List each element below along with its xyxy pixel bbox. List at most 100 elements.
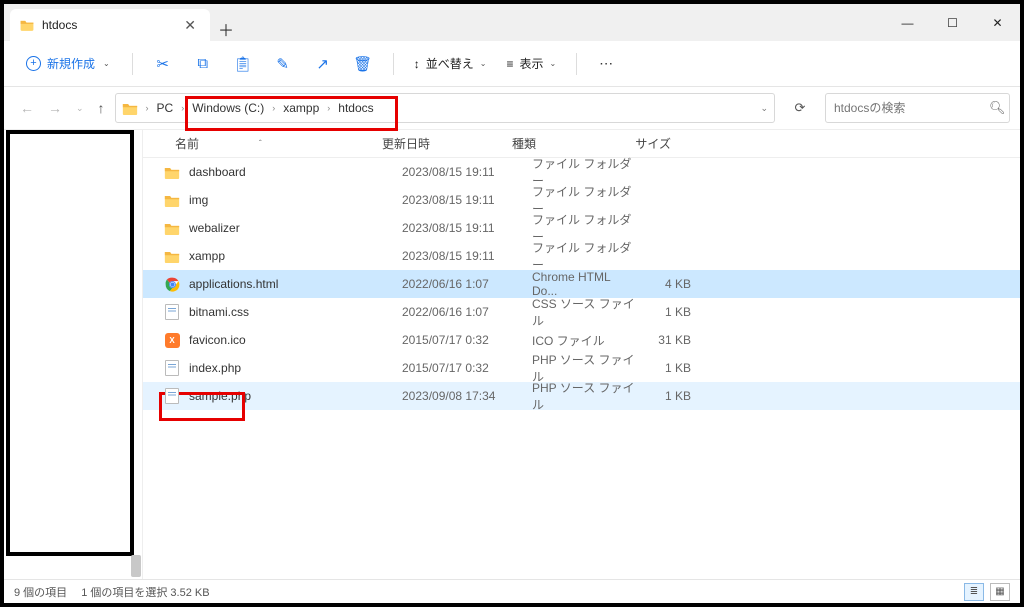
divider <box>132 53 133 75</box>
breadcrumb-sep-icon: › <box>142 103 153 113</box>
col-type[interactable]: 種類 <box>512 135 617 152</box>
file-date: 2015/07/17 0:32 <box>402 361 532 375</box>
generic-icon <box>163 304 181 320</box>
tab-title: htdocs <box>42 18 77 32</box>
file-name: index.php <box>181 361 402 375</box>
sort-indicator-icon: ˆ <box>259 139 262 148</box>
file-size: 31 KB <box>637 333 705 347</box>
file-row[interactable]: applications.html2022/06/16 1:07Chrome H… <box>143 270 1020 298</box>
status-selected: 1 個の項目を選択 3.52 KB <box>81 584 209 600</box>
file-date: 2015/07/17 0:32 <box>402 333 532 347</box>
divider <box>576 53 577 75</box>
folder-icon <box>163 194 181 207</box>
col-name[interactable]: 名前 <box>175 135 199 152</box>
folder-icon <box>122 102 138 115</box>
thumbnails-view-button[interactable]: ▦ <box>990 583 1010 601</box>
plus-icon: + <box>26 56 41 71</box>
breadcrumb-root[interactable]: PC <box>157 101 174 115</box>
title-bar: htdocs ✕ ＋ ― ☐ ✕ <box>4 4 1020 41</box>
file-row[interactable]: Xfavicon.ico2015/07/17 0:32ICO ファイル31 KB <box>143 326 1020 354</box>
file-row[interactable]: img2023/08/15 19:11ファイル フォルダー <box>143 186 1020 214</box>
view-button[interactable]: ≡ 表示 ⌄ <box>500 51 562 76</box>
file-size: 1 KB <box>637 305 705 319</box>
generic-icon <box>163 388 181 404</box>
tab-close-icon[interactable]: ✕ <box>180 15 200 36</box>
file-row[interactable]: dashboard2023/08/15 19:11ファイル フォルダー <box>143 158 1020 186</box>
file-date: 2022/06/16 1:07 <box>402 305 532 319</box>
file-row[interactable]: index.php2015/07/17 0:32PHP ソース ファイル1 KB <box>143 354 1020 382</box>
minimize-button[interactable]: ― <box>885 4 930 41</box>
file-date: 2023/08/15 19:11 <box>402 221 532 235</box>
file-type: CSS ソース ファイル <box>532 295 637 329</box>
file-row[interactable]: webalizer2023/08/15 19:11ファイル フォルダー <box>143 214 1020 242</box>
file-name: applications.html <box>181 277 402 291</box>
file-row[interactable]: sample.php2023/09/08 17:34PHP ソース ファイル1 … <box>143 382 1020 410</box>
close-button[interactable]: ✕ <box>975 4 1020 41</box>
cut-icon[interactable]: ✂ <box>147 48 179 80</box>
details-view-button[interactable]: ≣ <box>964 583 984 601</box>
scrollbar-thumb[interactable] <box>131 555 141 577</box>
breadcrumb-item[interactable]: xampp <box>283 101 319 115</box>
file-name: img <box>181 193 402 207</box>
search-icon[interactable]: 🔍︎ <box>989 100 1006 116</box>
refresh-button[interactable]: ⟳ <box>785 100 815 116</box>
file-size: 1 KB <box>637 389 705 403</box>
file-size: 4 KB <box>637 277 705 291</box>
file-date: 2023/08/15 19:11 <box>402 165 532 179</box>
folder-icon <box>20 18 34 32</box>
file-date: 2023/09/08 17:34 <box>402 389 532 403</box>
breadcrumb-sep-icon: › <box>177 103 188 113</box>
delete-icon[interactable]: 🗑︎ <box>347 48 379 80</box>
back-button[interactable]: ← <box>20 100 34 116</box>
divider <box>393 53 394 75</box>
breadcrumb-sep-icon: › <box>268 103 279 113</box>
breadcrumb-sep-icon: › <box>323 103 334 113</box>
file-list: 名前ˆ 更新日時 種類 サイズ dashboard2023/08/15 19:1… <box>143 130 1020 581</box>
view-icon: ≡ <box>506 57 513 71</box>
copy-icon[interactable]: ⧉ <box>187 48 219 80</box>
column-headers[interactable]: 名前 ˆ 更新日時 種類 サイズ <box>143 130 1020 158</box>
generic-icon <box>163 360 181 376</box>
navigation-pane[interactable] <box>4 130 143 581</box>
sort-icon: ↕ <box>414 57 420 71</box>
file-name: webalizer <box>181 221 402 235</box>
rename-icon[interactable]: ✎ <box>267 48 299 80</box>
file-row[interactable]: xampp2023/08/15 19:11ファイル フォルダー <box>143 242 1020 270</box>
sort-button[interactable]: ↕ 並べ替え ⌄ <box>408 51 493 76</box>
file-name: sample.php <box>181 389 402 403</box>
file-name: favicon.ico <box>181 333 402 347</box>
breadcrumb-item[interactable]: htdocs <box>338 101 373 115</box>
ico-icon: X <box>163 333 181 348</box>
forward-button[interactable]: → <box>48 100 62 116</box>
more-button[interactable]: ⋯ <box>591 55 621 72</box>
col-date[interactable]: 更新日時 <box>382 135 512 152</box>
search-input[interactable] <box>834 101 989 115</box>
new-tab-button[interactable]: ＋ <box>210 17 242 41</box>
addr-chevron-icon[interactable]: ⌄ <box>760 103 768 114</box>
address-bar[interactable]: › PC › Windows (C:) › xampp › htdocs ⌄ <box>115 93 775 123</box>
file-name: dashboard <box>181 165 402 179</box>
maximize-button[interactable]: ☐ <box>930 4 975 41</box>
chevron-down-icon: ⌄ <box>103 59 110 68</box>
file-row[interactable]: bitnami.css2022/06/16 1:07CSS ソース ファイル1 … <box>143 298 1020 326</box>
folder-icon <box>163 166 181 179</box>
file-size: 1 KB <box>637 361 705 375</box>
file-name: xampp <box>181 249 402 263</box>
annotation-mask <box>6 130 134 556</box>
new-button[interactable]: + 新規作成 ⌄ <box>18 51 118 76</box>
folder-icon <box>163 250 181 263</box>
file-date: 2023/08/15 19:11 <box>402 249 532 263</box>
col-size[interactable]: サイズ <box>617 135 685 152</box>
file-name: bitnami.css <box>181 305 402 319</box>
search-box[interactable]: 🔍︎ <box>825 93 1010 123</box>
share-icon[interactable]: ↗ <box>307 48 339 80</box>
up-button[interactable]: ↑ <box>98 100 105 116</box>
paste-icon[interactable]: 📋︎ <box>227 48 259 80</box>
breadcrumb-item[interactable]: Windows (C:) <box>192 101 264 115</box>
file-type: Chrome HTML Do... <box>532 270 637 298</box>
file-type: PHP ソース ファイル <box>532 379 637 413</box>
address-row: ← → ⌄ ↑ › PC › Windows (C:) › xampp › ht… <box>4 87 1020 129</box>
window-tab[interactable]: htdocs ✕ <box>10 9 210 41</box>
recent-chevron-icon[interactable]: ⌄ <box>76 103 84 114</box>
chevron-down-icon: ⌄ <box>480 59 487 68</box>
